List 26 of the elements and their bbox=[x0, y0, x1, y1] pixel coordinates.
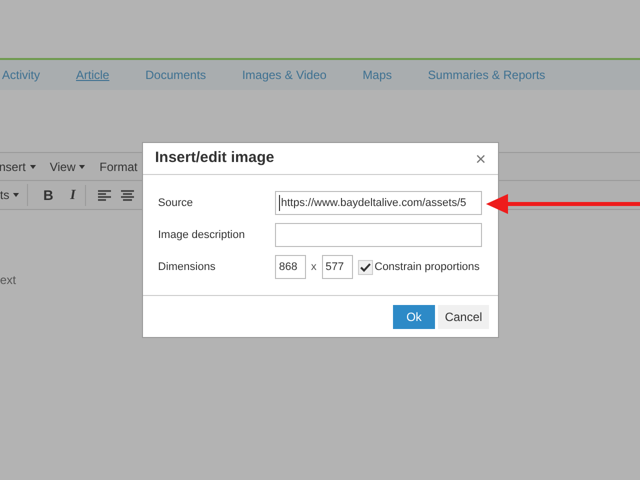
caret-icon bbox=[79, 164, 86, 168]
width-field[interactable]: 868 bbox=[275, 255, 306, 279]
formats-dropdown[interactable]: ts bbox=[0, 184, 28, 206]
field-label: Image description bbox=[158, 228, 246, 243]
caret-icon bbox=[30, 164, 36, 168]
dimension-separator: x bbox=[311, 260, 316, 275]
italic-button[interactable]: I bbox=[66, 184, 86, 206]
dialog-title: Insert/edit image bbox=[155, 148, 274, 168]
align-center-icon[interactable] bbox=[121, 190, 134, 200]
checkbox-label: Constrain proportions bbox=[374, 260, 480, 275]
cancel-button[interactable]: Cancel bbox=[438, 304, 489, 328]
field-label: Source bbox=[158, 196, 194, 211]
constrain-checkbox[interactable] bbox=[358, 260, 372, 274]
editor-text: ext bbox=[0, 274, 18, 286]
bold-button[interactable]: B bbox=[38, 184, 58, 206]
source-field[interactable]: https://www.baydeltalive.com/assets/5 bbox=[275, 191, 482, 215]
check-icon bbox=[360, 262, 370, 272]
ok-button[interactable]: Ok bbox=[393, 304, 435, 328]
description-field[interactable] bbox=[275, 223, 482, 247]
field-label: Dimensions bbox=[158, 260, 216, 275]
close-button[interactable]: × bbox=[475, 150, 486, 168]
caret-icon bbox=[13, 193, 20, 197]
height-field[interactable]: 577 bbox=[322, 255, 352, 279]
menu-item[interactable]: nsert bbox=[0, 158, 36, 176]
menu-item[interactable]: View bbox=[50, 158, 86, 176]
align-left-icon[interactable] bbox=[98, 190, 112, 200]
